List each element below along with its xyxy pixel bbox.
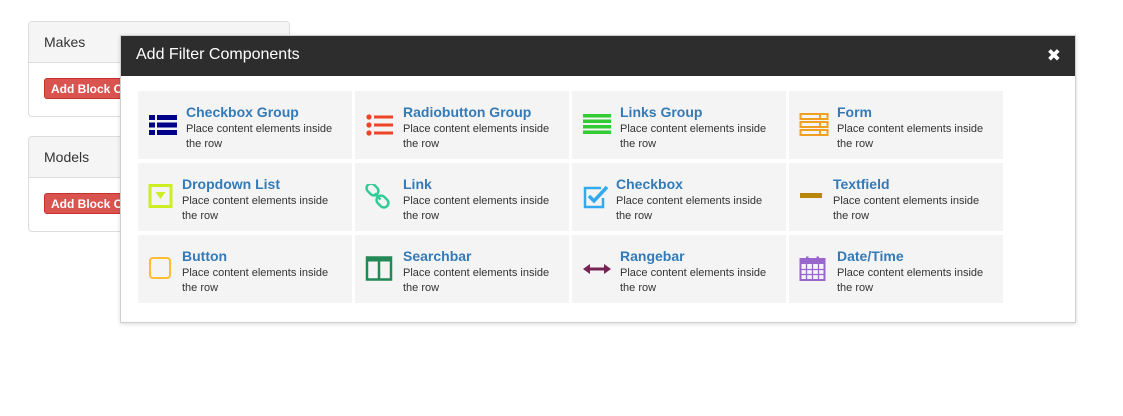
component-title: Searchbar <box>403 248 472 264</box>
component-tile-rangebar[interactable]: Rangebar Place content elements inside t… <box>572 235 786 303</box>
component-description: Place content elements inside the row <box>837 123 984 150</box>
close-icon[interactable]: ✖ <box>1047 47 1061 65</box>
textfield-icon <box>799 184 829 210</box>
component-title: Link <box>403 176 432 192</box>
component-description: Place content elements inside the row <box>403 123 550 150</box>
component-description: Place content elements inside the row <box>182 267 329 294</box>
range-arrows-icon <box>582 256 612 282</box>
checkbox-icon <box>582 184 612 210</box>
columns-icon <box>365 256 395 282</box>
form-icon <box>799 112 829 138</box>
modal-header: Add Filter Components ✖ <box>121 36 1075 76</box>
add-filter-components-modal: Add Filter Components ✖ Checkbox Group P… <box>120 35 1076 323</box>
button-icon <box>148 256 178 282</box>
component-title: Checkbox Group <box>186 104 299 120</box>
component-description: Place content elements inside the row <box>833 195 980 222</box>
component-description: Place content elements inside the row <box>616 195 763 222</box>
component-tile-searchbar[interactable]: Searchbar Place content elements inside … <box>355 235 569 303</box>
component-tile-checkbox-group[interactable]: Checkbox Group Place content elements in… <box>138 91 352 159</box>
component-title: Button <box>182 248 228 264</box>
component-tile-form[interactable]: Form Place content elements inside the r… <box>789 91 1003 159</box>
component-title: Links Group <box>620 104 703 120</box>
component-title: Date/Time <box>837 248 904 264</box>
component-description: Place content elements inside the row <box>182 195 329 222</box>
component-tile-dropdown-list[interactable]: Dropdown List Place content elements ins… <box>138 163 352 231</box>
component-description: Place content elements inside the row <box>403 195 550 222</box>
bars-icon <box>582 112 612 138</box>
component-tile-date-time[interactable]: Date/Time Place content elements inside … <box>789 235 1003 303</box>
component-title: Rangebar <box>620 248 685 264</box>
component-tile-radiobutton-group[interactable]: Radiobutton Group Place content elements… <box>355 91 569 159</box>
component-description: Place content elements inside the row <box>837 267 984 294</box>
component-tile-button[interactable]: Button Place content elements inside the… <box>138 235 352 303</box>
component-tile-textfield[interactable]: Textfield Place content elements inside … <box>789 163 1003 231</box>
component-title: Dropdown List <box>182 176 280 192</box>
component-title: Textfield <box>833 176 890 192</box>
component-title: Radiobutton Group <box>403 104 532 120</box>
calendar-icon <box>799 256 829 282</box>
component-title: Form <box>837 104 872 120</box>
component-description: Place content elements inside the row <box>620 267 767 294</box>
list-icon <box>148 112 178 138</box>
component-description: Place content elements inside the row <box>186 123 333 150</box>
component-tile-checkbox[interactable]: Checkbox Place content elements inside t… <box>572 163 786 231</box>
dropdown-icon <box>148 184 178 210</box>
component-description: Place content elements inside the row <box>620 123 767 150</box>
modal-title: Add Filter Components <box>136 46 300 63</box>
component-title: Checkbox <box>616 176 683 192</box>
component-description: Place content elements inside the row <box>403 267 550 294</box>
chain-link-icon <box>365 184 395 210</box>
component-tile-links-group[interactable]: Links Group Place content elements insid… <box>572 91 786 159</box>
radio-list-icon <box>365 112 395 138</box>
component-tile-link[interactable]: Link Place content elements inside the r… <box>355 163 569 231</box>
